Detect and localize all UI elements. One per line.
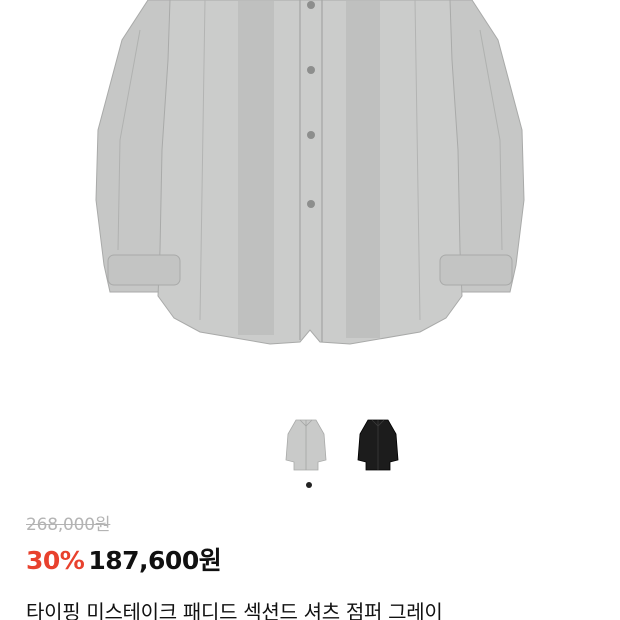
gray-jacket-thumb-icon xyxy=(285,419,327,471)
product-name: 타이핑 미스테이크 패디드 섹션드 셔츠 점퍼 그레이 xyxy=(26,600,443,620)
black-jacket-thumb-icon xyxy=(357,419,399,471)
snap-button xyxy=(307,131,315,139)
discount-rate: 30% xyxy=(26,546,85,575)
product-hero-image[interactable] xyxy=(0,0,620,380)
original-price: 268,000원 xyxy=(26,515,111,535)
right-panel-stripe xyxy=(346,0,380,338)
left-panel-stripe xyxy=(238,0,274,335)
jacket-body xyxy=(157,0,463,345)
left-cuff xyxy=(107,254,181,286)
product-detail-page: 268,000원 30% 187,600원 타이핑 미스테이크 패디드 섹션드 … xyxy=(0,0,620,620)
snap-button xyxy=(307,66,315,74)
sale-price-row: 30% 187,600원 xyxy=(26,541,600,577)
price-section: 268,000원 30% 187,600원 xyxy=(26,510,600,577)
right-cuff xyxy=(439,254,513,286)
snap-button xyxy=(307,200,315,208)
jacket-illustration xyxy=(95,0,525,345)
thumbnail-gray[interactable] xyxy=(282,412,330,476)
snap-button xyxy=(307,1,315,9)
sale-price: 187,600원 xyxy=(88,546,222,575)
thumbnail-black[interactable] xyxy=(354,412,402,476)
color-thumbnail-list xyxy=(282,412,402,476)
carousel-indicator-dot xyxy=(306,482,312,488)
